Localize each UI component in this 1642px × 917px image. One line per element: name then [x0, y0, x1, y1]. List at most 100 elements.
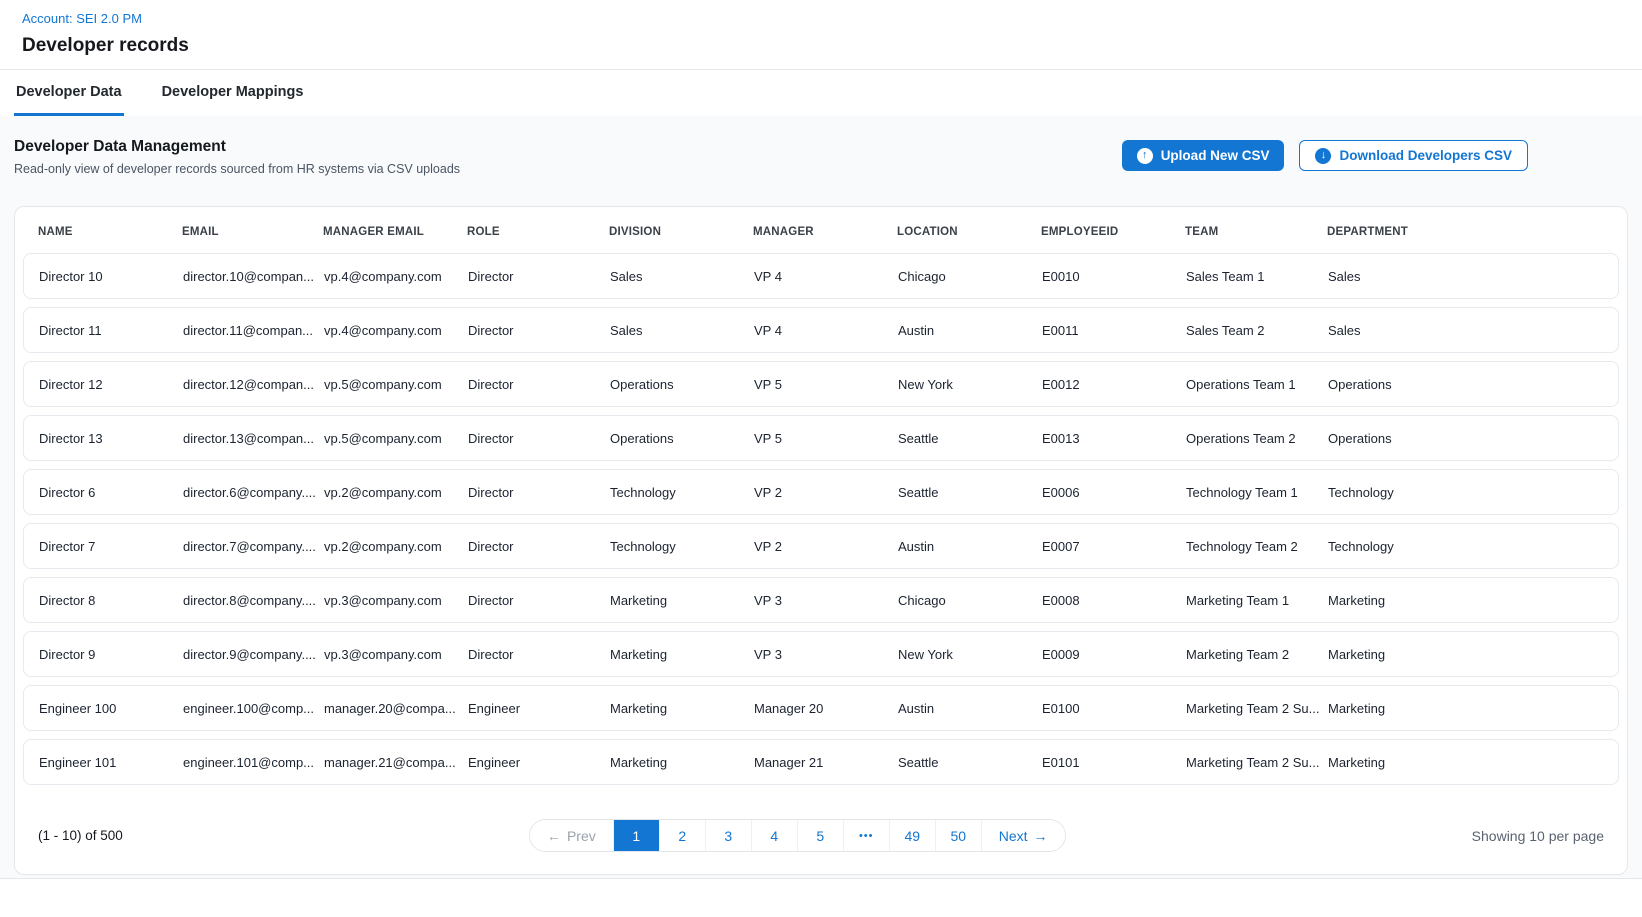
column-header-manager: MANAGER: [753, 226, 897, 238]
cell-name: Engineer 101: [39, 755, 183, 770]
column-header-department: DEPARTMENT: [1327, 226, 1604, 238]
cell-role: Director: [468, 647, 610, 662]
tab-developer-data[interactable]: Developer Data: [14, 70, 124, 116]
table-row: Director 6director.6@company....vp.2@com…: [23, 469, 1619, 515]
cell-location: Austin: [898, 539, 1042, 554]
cell-employeeid: E0011: [1042, 323, 1186, 338]
pagination: ←Prev12345•••4950Next→: [529, 819, 1066, 852]
next-page-button[interactable]: Next→: [981, 820, 1065, 851]
cell-division: Marketing: [610, 593, 754, 608]
result-range-label: (1 - 10) of 500: [38, 828, 123, 843]
tab-developer-mappings[interactable]: Developer Mappings: [160, 70, 306, 116]
cell-department: Operations: [1328, 431, 1603, 446]
cell-employeeid: E0008: [1042, 593, 1186, 608]
upload-csv-button[interactable]: ↑ Upload New CSV: [1122, 140, 1285, 171]
table-row: Director 12director.12@compan...vp.5@com…: [23, 361, 1619, 407]
page-number: 3: [724, 828, 732, 844]
table-row: Engineer 100engineer.100@comp...manager.…: [23, 685, 1619, 731]
cell-team: Operations Team 1: [1186, 377, 1328, 392]
next-label: Next: [999, 828, 1028, 844]
page-number: 2: [678, 828, 686, 844]
page-number: 49: [904, 828, 920, 844]
download-csv-button-label: Download Developers CSV: [1339, 148, 1512, 163]
per-page-label: Showing 10 per page: [1472, 828, 1604, 844]
cell-department: Marketing: [1328, 593, 1603, 608]
cell-role: Director: [468, 431, 610, 446]
page-button-49[interactable]: 49: [889, 820, 935, 851]
page-title: Developer records: [22, 35, 1620, 57]
cell-role: Engineer: [468, 701, 610, 716]
cell-email: director.10@compan...: [183, 269, 324, 284]
column-header-division: DIVISION: [609, 226, 753, 238]
cell-location: Seattle: [898, 755, 1042, 770]
cell-department: Sales: [1328, 269, 1603, 284]
cell-manager-email: vp.4@company.com: [324, 323, 468, 338]
column-header-role: ROLE: [467, 226, 609, 238]
page-ellipsis[interactable]: •••: [843, 820, 889, 851]
page-number: 50: [950, 828, 966, 844]
cell-team: Technology Team 2: [1186, 539, 1328, 554]
cell-name: Director 10: [39, 269, 183, 284]
table-body: Director 10director.10@compan... vp.4@com…: [15, 253, 1627, 785]
download-csv-button[interactable]: ↓ Download Developers CSV: [1299, 140, 1528, 171]
cell-name: Director 13: [39, 431, 183, 446]
cell-manager-email: vp.5@company.com: [324, 377, 468, 392]
cell-name: Director 6: [39, 485, 183, 500]
column-header-team: TEAM: [1185, 226, 1327, 238]
column-header-manager-email: MANAGER EMAIL: [323, 226, 467, 238]
cell-manager: Manager 21: [754, 755, 898, 770]
table-row: Engineer 101engineer.101@comp...manager.…: [23, 739, 1619, 785]
cell-division: Technology: [610, 539, 754, 554]
cell-employeeid: E0101: [1042, 755, 1186, 770]
cell-email: director.12@compan...: [183, 377, 324, 392]
page-button-3[interactable]: 3: [705, 820, 751, 851]
cell-team: Sales Team 1: [1186, 269, 1328, 284]
cell-name: Engineer 100: [39, 701, 183, 716]
prev-label: Prev: [567, 828, 596, 844]
cell-role: Director: [468, 593, 610, 608]
cell-department: Sales: [1328, 323, 1603, 338]
cell-division: Marketing: [610, 755, 754, 770]
cell-division: Sales: [610, 269, 754, 284]
cell-location: Seattle: [898, 485, 1042, 500]
cell-manager: VP 4: [754, 323, 898, 338]
page-button-2[interactable]: 2: [659, 820, 705, 851]
cell-division: Technology: [610, 485, 754, 500]
cell-location: Chicago: [898, 269, 1042, 284]
cell-location: New York: [898, 647, 1042, 662]
cell-division: Operations: [610, 377, 754, 392]
cell-manager-email: manager.21@compa...: [324, 755, 468, 770]
cell-manager-email: vp.3@company.com: [324, 647, 468, 662]
page-button-50[interactable]: 50: [935, 820, 981, 851]
cell-department: Operations: [1328, 377, 1603, 392]
cell-manager: VP 5: [754, 377, 898, 392]
cell-name: Director 12: [39, 377, 183, 392]
page-button-4[interactable]: 4: [751, 820, 797, 851]
cell-manager: VP 3: [754, 647, 898, 662]
content-area: Developer Data Management Read-only view…: [0, 116, 1642, 879]
table-row: Director 7director.7@company....vp.2@com…: [23, 523, 1619, 569]
cell-manager-email: vp.5@company.com: [324, 431, 468, 446]
cell-role: Director: [468, 539, 610, 554]
page-number: 1: [632, 828, 640, 844]
section-subtitle: Read-only view of developer records sour…: [14, 162, 460, 176]
page-button-5[interactable]: 5: [797, 820, 843, 851]
table-footer: (1 - 10) of 500 ←Prev12345•••4950Next→ S…: [15, 785, 1627, 874]
cell-division: Marketing: [610, 701, 754, 716]
cell-name: Director 7: [39, 539, 183, 554]
cell-manager: VP 4: [754, 269, 898, 284]
cell-team: Marketing Team 2 Su...: [1186, 701, 1328, 716]
cell-manager: VP 5: [754, 431, 898, 446]
cell-division: Sales: [610, 323, 754, 338]
page-number: 4: [770, 828, 778, 844]
cell-manager-email: vp.2@company.com: [324, 485, 468, 500]
cell-team: Operations Team 2: [1186, 431, 1328, 446]
cell-manager: VP 2: [754, 539, 898, 554]
account-link[interactable]: Account: SEI 2.0 PM: [22, 11, 142, 26]
cell-manager: VP 3: [754, 593, 898, 608]
cell-location: New York: [898, 377, 1042, 392]
page-button-1[interactable]: 1: [613, 820, 659, 851]
cell-role: Director: [468, 323, 610, 338]
table-row: Director 11director.11@compan...vp.4@com…: [23, 307, 1619, 353]
cell-manager-email: vp.3@company.com: [324, 593, 468, 608]
